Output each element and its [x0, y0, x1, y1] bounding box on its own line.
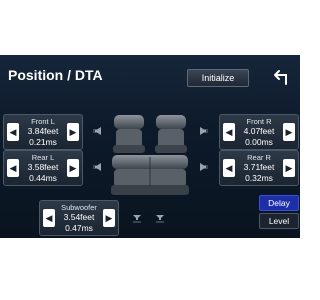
subwoofer-label: Subwoofer — [61, 203, 97, 212]
front-left-increase-button[interactable]: ▶ — [67, 123, 79, 141]
front-left-delay: 0.21ms — [29, 137, 57, 147]
rear-right-delay: 0.32ms — [245, 173, 273, 183]
front-left-panel: ◀ Front L 3.84feet 0.21ms ▶ — [3, 114, 83, 150]
subwoofer-distance: 3.54feet — [63, 212, 95, 222]
rear-right-label: Rear R — [247, 153, 271, 162]
rear-right-distance: 3.71feet — [243, 162, 275, 172]
back-icon[interactable] — [273, 68, 291, 86]
delay-tab-button[interactable]: Delay — [259, 195, 299, 211]
front-right-label: Front R — [246, 117, 272, 126]
position-dta-screen: Position / DTA Initialize ◀ Front L 3.84… — [0, 55, 300, 238]
rear-left-label: Rear L — [31, 153, 55, 162]
front-left-speaker-icon — [93, 127, 101, 135]
subwoofer-increase-button[interactable]: ▶ — [103, 209, 115, 227]
subwoofer-delay: 0.47ms — [65, 223, 93, 233]
rear-left-speaker-icon — [93, 163, 101, 171]
rear-right-decrease-button[interactable]: ◀ — [223, 159, 235, 177]
rear-right-panel: ◀ Rear R 3.71feet 0.32ms ▶ — [219, 150, 299, 186]
rear-left-delay: 0.44ms — [29, 173, 57, 183]
rear-left-decrease-button[interactable]: ◀ — [7, 159, 19, 177]
front-right-panel: ◀ Front R 4.07feet 0.00ms ▶ — [219, 114, 299, 150]
rear-left-increase-button[interactable]: ▶ — [67, 159, 79, 177]
subwoofer-panel: ◀ Subwoofer 3.54feet 0.47ms ▶ — [39, 200, 119, 236]
front-left-distance: 3.84feet — [27, 126, 59, 136]
car-seats-icon — [111, 115, 189, 195]
rear-right-speaker-icon — [200, 163, 208, 171]
page-title: Position / DTA — [8, 67, 103, 83]
level-tab-button[interactable]: Level — [259, 213, 299, 229]
front-left-label: Front L — [31, 117, 55, 126]
subwoofer-speaker-icon-1 — [133, 215, 141, 223]
front-right-distance: 4.07feet — [243, 126, 275, 136]
front-right-decrease-button[interactable]: ◀ — [223, 123, 235, 141]
rear-right-increase-button[interactable]: ▶ — [283, 159, 295, 177]
front-right-increase-button[interactable]: ▶ — [283, 123, 295, 141]
rear-left-distance: 3.58feet — [27, 162, 59, 172]
subwoofer-speaker-icon-2 — [156, 215, 164, 223]
front-right-speaker-icon — [200, 127, 208, 135]
front-right-delay: 0.00ms — [245, 137, 273, 147]
front-left-decrease-button[interactable]: ◀ — [7, 123, 19, 141]
subwoofer-decrease-button[interactable]: ◀ — [43, 209, 55, 227]
initialize-button[interactable]: Initialize — [187, 69, 249, 87]
rear-left-panel: ◀ Rear L 3.58feet 0.44ms ▶ — [3, 150, 83, 186]
